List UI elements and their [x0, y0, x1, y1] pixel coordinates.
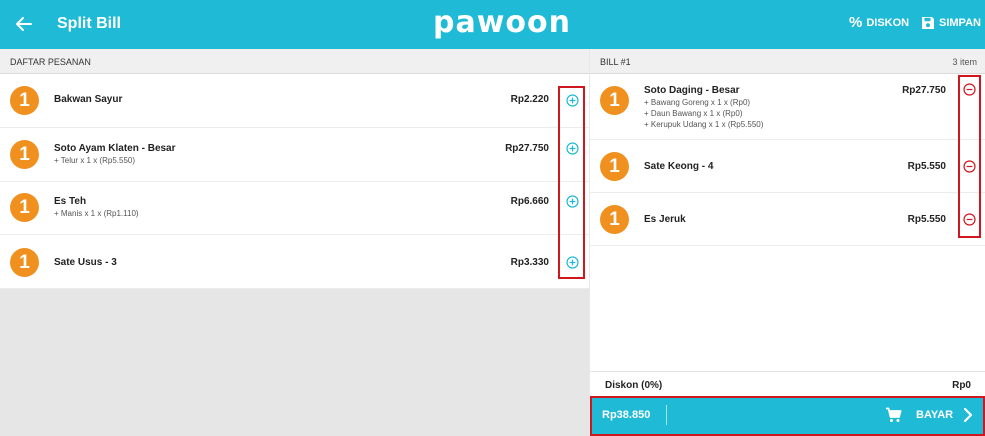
pay-button[interactable]: Rp38.850 BAYAR: [590, 396, 985, 436]
qty-badge: 1: [10, 140, 39, 169]
discount-label: DISKON: [866, 17, 910, 29]
plus-circle-icon[interactable]: [566, 94, 579, 107]
item-price: Rp3.330: [510, 257, 549, 268]
item-name: Sate Keong - 4: [644, 161, 714, 172]
pay-divider: [666, 405, 667, 425]
item-price: Rp5.550: [907, 214, 946, 225]
percent-icon: %: [849, 14, 863, 31]
qty-badge: 1: [600, 152, 629, 181]
page-title: Split Bill: [57, 15, 121, 32]
discount-button[interactable]: % DISKON: [849, 14, 910, 31]
qty-badge: 1: [600, 205, 629, 234]
minus-circle-icon[interactable]: [963, 83, 976, 96]
item-modifier: + Manis x 1 x (Rp1.110): [54, 209, 139, 218]
qty-badge: 1: [10, 248, 39, 277]
bill-total: Rp38.850: [602, 409, 651, 421]
item-modifier: + Kerupuk Udang x 1 x (Rp5.550): [644, 120, 764, 129]
item-modifier: + Bawang Goreng x 1 x (Rp0): [644, 98, 751, 107]
item-name: Bakwan Sayur: [54, 94, 123, 105]
order-list-title: DAFTAR PESANAN: [10, 57, 91, 67]
plus-circle-icon[interactable]: [566, 195, 579, 208]
bill-list: 1 Soto Daging - Besar + Bawang Goreng x …: [590, 74, 985, 246]
order-list: 1 Bakwan Sayur Rp2.220 1 Soto Ayam Klate…: [0, 74, 589, 289]
chevron-right-icon: [963, 407, 973, 423]
bill-item-count: 3 item: [952, 57, 977, 67]
bill-item[interactable]: 1 Soto Daging - Besar + Bawang Goreng x …: [590, 74, 985, 140]
item-price: Rp5.550: [907, 161, 946, 172]
discount-summary-label: Diskon (0%): [605, 380, 663, 391]
minus-circle-icon[interactable]: [963, 213, 976, 226]
order-item[interactable]: 1 Soto Ayam Klaten - Besar + Telur x 1 x…: [0, 128, 589, 182]
plus-circle-icon[interactable]: [566, 256, 579, 269]
order-list-header: DAFTAR PESANAN: [0, 49, 589, 74]
item-name: Soto Daging - Besar: [644, 85, 740, 96]
order-item[interactable]: 1 Es Teh + Manis x 1 x (Rp1.110) Rp6.660: [0, 182, 589, 235]
bill-panel: BILL #1 3 item 1 Soto Daging - Besar + B…: [590, 49, 985, 436]
item-price: Rp27.750: [505, 143, 549, 154]
item-price: Rp2.220: [510, 94, 549, 105]
cart-icon: [886, 407, 902, 422]
qty-badge: 1: [10, 193, 39, 222]
order-list-panel: DAFTAR PESANAN 1 Bakwan Sayur Rp2.220 1 …: [0, 49, 589, 436]
order-item[interactable]: 1 Bakwan Sayur Rp2.220: [0, 74, 589, 128]
item-price: Rp27.750: [902, 85, 946, 96]
qty-badge: 1: [10, 86, 39, 115]
save-label: SIMPAN: [939, 17, 981, 29]
item-name: Soto Ayam Klaten - Besar: [54, 143, 176, 154]
item-modifier: + Telur x 1 x (Rp5.550): [54, 156, 136, 165]
plus-circle-icon[interactable]: [566, 142, 579, 155]
item-name: Sate Usus - 3: [54, 257, 117, 268]
floppy-disk-icon: [922, 17, 934, 29]
bill-header: BILL #1 3 item: [590, 49, 985, 74]
order-item[interactable]: 1 Sate Usus - 3 Rp3.330: [0, 235, 589, 289]
item-modifier: + Daun Bawang x 1 x (Rp0): [644, 109, 743, 118]
pawoon-logo: pawoon: [433, 5, 572, 40]
save-button[interactable]: SIMPAN: [921, 16, 981, 30]
discount-summary-value: Rp0: [952, 380, 971, 391]
item-price: Rp6.660: [510, 196, 549, 207]
pay-label: BAYAR: [916, 409, 954, 421]
bill-item[interactable]: 1 Sate Keong - 4 Rp5.550: [590, 140, 985, 193]
minus-circle-icon[interactable]: [963, 160, 976, 173]
item-name: Es Teh: [54, 196, 87, 207]
item-name: Es Jeruk: [644, 214, 686, 225]
bill-item[interactable]: 1 Es Jeruk Rp5.550: [590, 193, 985, 246]
arrow-left-icon[interactable]: [14, 14, 34, 34]
qty-badge: 1: [600, 86, 629, 115]
bill-title: BILL #1: [600, 57, 631, 67]
discount-summary: Diskon (0%) Rp0: [590, 371, 985, 396]
top-bar: Split Bill pawoon % DISKON SIMPAN: [0, 0, 985, 49]
